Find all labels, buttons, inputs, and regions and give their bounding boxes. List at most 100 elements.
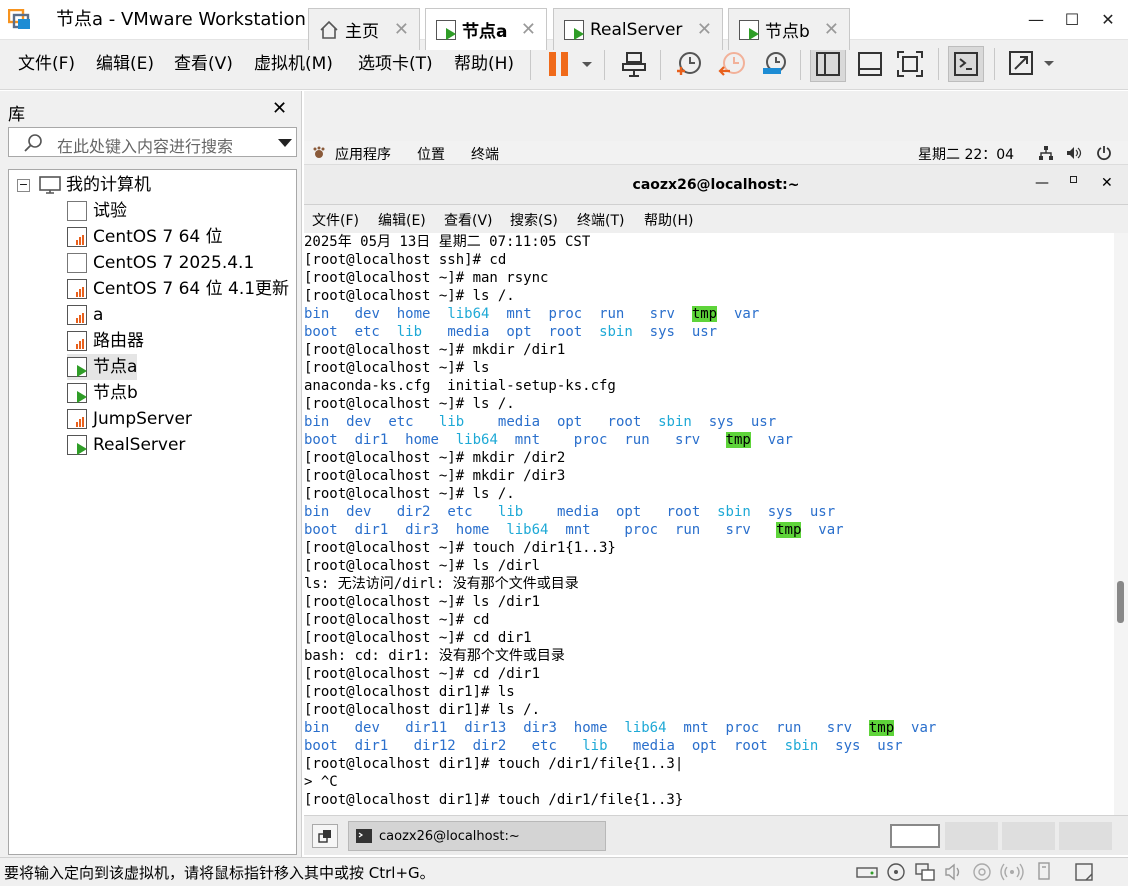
tab-realserver[interactable]: RealServer ✕: [553, 8, 723, 50]
library-close-button[interactable]: ✕: [272, 98, 287, 119]
cd-dvd-icon[interactable]: [886, 862, 906, 882]
minimize-button[interactable]: —: [1022, 8, 1050, 32]
term-menu-help[interactable]: 帮助(H): [644, 210, 693, 230]
tree-item-label: JumpServer: [93, 409, 192, 429]
stretch-guest-button[interactable]: [1004, 46, 1060, 82]
snapshot-button[interactable]: [670, 46, 706, 82]
tree-item[interactable]: 节点b: [67, 380, 138, 406]
library-search-input[interactable]: 在此处键入内容进行搜索: [8, 127, 297, 157]
close-icon[interactable]: ✕: [521, 19, 536, 40]
places-menu[interactable]: 位置: [417, 144, 445, 164]
wireless-icon[interactable]: [1000, 862, 1024, 882]
tree-item-label: CentOS 7 2025.4.1: [93, 253, 255, 273]
term-menu-terminal[interactable]: 终端(T): [577, 210, 624, 230]
workspace-1[interactable]: [890, 824, 940, 848]
tree-item[interactable]: a: [67, 302, 103, 328]
search-placeholder: 在此处键入内容进行搜索: [57, 137, 234, 156]
status-message: 要将输入定向到该虚拟机，请将鼠标指针移入其中或按 Ctrl+G。: [4, 864, 435, 882]
scrollbar-thumb[interactable]: [1117, 581, 1124, 623]
menu-view[interactable]: 查看(V): [174, 52, 233, 76]
workspace-2[interactable]: [945, 822, 998, 850]
term-menu-search[interactable]: 搜索(S): [510, 210, 558, 230]
terminal-line: [root@localhost ~]# ls /dir1: [304, 594, 541, 610]
library-tree: − 我的计算机 试验 CentOS 7 64 位 CentOS 7 2025.4.1…: [8, 169, 297, 855]
close-window-button[interactable]: ✕: [1094, 8, 1122, 32]
term-menu-file[interactable]: 文件(F): [312, 210, 359, 230]
tree-item[interactable]: RealServer: [67, 432, 185, 458]
terminal-minimize-button[interactable]: —: [1035, 175, 1049, 191]
tab-home[interactable]: 主页 ✕: [308, 8, 420, 50]
terminal-line: bin dev etc lib media opt root sbin sys …: [304, 414, 777, 430]
terminal-output[interactable]: 2025年 05月 13日 星期二 07:11:05 CST [root@loca…: [304, 233, 1114, 815]
hard-disk-icon[interactable]: [856, 863, 878, 881]
power-icon[interactable]: [1096, 145, 1112, 161]
terminal-line: bin dev home lib64 mnt proc run srv tmp …: [304, 306, 760, 322]
chevron-down-icon[interactable]: [277, 137, 293, 149]
tree-item[interactable]: 试验: [67, 198, 127, 224]
message-log-icon[interactable]: [1074, 862, 1094, 882]
tree-item[interactable]: CentOS 7 64 位 4.1更新: [67, 276, 289, 302]
tree-item[interactable]: 节点a: [67, 354, 138, 380]
revert-snapshot-button[interactable]: [714, 46, 750, 82]
terminal-scrollbar[interactable]: [1114, 233, 1128, 815]
terminal-app-menu[interactable]: 终端: [471, 144, 499, 164]
usb-drive-icon[interactable]: [1034, 861, 1054, 883]
term-menu-view[interactable]: 查看(V): [444, 210, 493, 230]
network-adapter-icon[interactable]: [914, 862, 936, 882]
term-menu-edit[interactable]: 编辑(E): [378, 210, 426, 230]
workspace-4[interactable]: [1059, 822, 1112, 850]
taskbar-terminal-item[interactable]: caozx26@localhost:~: [348, 821, 606, 851]
pause-button[interactable]: [542, 46, 598, 82]
menu-tabs[interactable]: 选项卡(T): [358, 52, 433, 76]
tree-item[interactable]: JumpServer: [67, 406, 192, 432]
tree-item[interactable]: CentOS 7 64 位: [67, 224, 223, 250]
tree-item[interactable]: 路由器: [67, 328, 144, 354]
tree-root[interactable]: − 我的计算机: [17, 172, 151, 198]
menu-file[interactable]: 文件(F): [18, 52, 75, 76]
send-ctrl-alt-del-button[interactable]: [616, 46, 652, 82]
maximize-button[interactable]: ☐: [1058, 8, 1086, 32]
terminal-close-button[interactable]: ✕: [1101, 175, 1113, 191]
tree-item-label: 节点a: [93, 357, 138, 377]
terminal-line: [root@localhost ~]# ls: [304, 360, 490, 376]
terminal-line: [root@localhost ~]# ls /.: [304, 288, 515, 304]
menu-vm[interactable]: 虚拟机(M): [254, 52, 333, 76]
terminal-line: boot dir1 dir3 home lib64 mnt proc run s…: [304, 522, 844, 538]
tab-node-a[interactable]: 节点a ✕: [425, 8, 547, 50]
vm-off-icon: [67, 201, 87, 221]
printer-icon[interactable]: [972, 862, 992, 882]
library-layout-icon: [816, 52, 840, 76]
snapshot-manager-button[interactable]: [756, 46, 792, 82]
clock[interactable]: 星期二 22：04: [918, 144, 1014, 164]
show-desktop-button[interactable]: [312, 824, 338, 848]
guest-taskbar: caozx26@localhost:~: [304, 815, 1128, 855]
terminal-line: [root@localhost ~]# man rsync: [304, 270, 549, 286]
full-screen-button[interactable]: [892, 46, 928, 82]
close-icon[interactable]: ✕: [697, 19, 712, 40]
menu-help[interactable]: 帮助(H): [454, 52, 514, 76]
vm-running-icon: [739, 19, 759, 40]
terminal-line: anaconda-ks.cfg initial-setup-ks.cfg: [304, 378, 616, 394]
vm-running-icon: [564, 19, 584, 40]
terminal-maximize-button[interactable]: [1070, 176, 1077, 183]
close-icon[interactable]: ✕: [394, 19, 409, 40]
show-library-button[interactable]: [810, 46, 846, 82]
console-view-button[interactable]: [948, 46, 984, 82]
terminal-line: boot etc lib media opt root sbin sys usr: [304, 324, 718, 340]
terminal-line: > ^C: [304, 774, 338, 790]
terminal-line: [root@localhost dir1]# ls /.: [304, 702, 541, 718]
clock-revert-icon: [718, 52, 745, 76]
toolbar-separator: [604, 48, 605, 80]
tree-item[interactable]: CentOS 7 2025.4.1: [67, 250, 254, 276]
close-icon[interactable]: ✕: [824, 19, 839, 40]
network-icon[interactable]: [1038, 145, 1054, 161]
applications-menu[interactable]: 应用程序: [335, 144, 391, 164]
show-thumbnail-button[interactable]: [852, 46, 888, 82]
tab-node-b[interactable]: 节点b ✕: [728, 8, 850, 50]
menu-edit[interactable]: 编辑(E): [96, 52, 154, 76]
sound-card-icon[interactable]: [944, 862, 964, 882]
volume-icon[interactable]: [1066, 145, 1082, 161]
collapse-icon[interactable]: −: [17, 178, 30, 192]
computer-icon: [39, 176, 61, 194]
workspace-3[interactable]: [1002, 822, 1055, 850]
